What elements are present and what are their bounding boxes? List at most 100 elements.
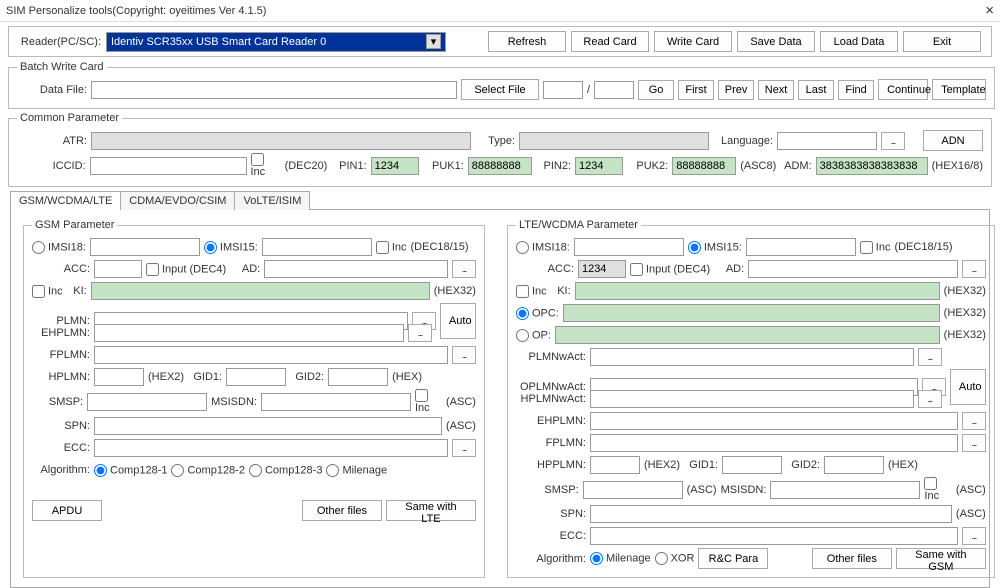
gsm-gid1-input[interactable] — [226, 368, 286, 386]
gsm-hplmn-input[interactable] — [94, 368, 144, 386]
apdu-button[interactable]: APDU — [32, 500, 102, 521]
find-button[interactable]: Find — [838, 80, 874, 100]
template-button[interactable]: Template — [932, 79, 986, 100]
gsm-ki-inc-checkbox[interactable]: Inc — [32, 285, 63, 298]
lte-smsp-input[interactable] — [583, 481, 683, 499]
iccid-input[interactable] — [90, 157, 247, 175]
last-button[interactable]: Last — [798, 80, 834, 100]
lte-imsi18-radio[interactable]: IMSI18: — [516, 241, 570, 254]
gsm-ehplmn-dots[interactable]: ... — [408, 324, 432, 342]
datafile-input[interactable] — [91, 81, 457, 99]
lte-auto-button[interactable]: Auto — [950, 369, 986, 405]
lte-opc-radio[interactable]: OPC: — [516, 307, 559, 320]
samewgsm-button[interactable]: Same with GSM — [896, 548, 986, 569]
gsm-imsi15-input[interactable] — [262, 238, 372, 256]
lte-imsi15-input[interactable] — [746, 238, 856, 256]
gsm-imsi15-radio[interactable]: IMSI15: — [204, 241, 258, 254]
gsm-ki-input[interactable] — [91, 282, 430, 300]
batch-from-input[interactable] — [543, 81, 583, 99]
lte-spn-input[interactable] — [590, 505, 952, 523]
samewlte-button[interactable]: Same with LTE — [386, 500, 476, 521]
adm-input[interactable] — [816, 157, 928, 175]
rcpara-button[interactable]: R&C Para — [698, 548, 768, 569]
chevron-down-icon[interactable]: ▾ — [426, 34, 441, 49]
adn-button[interactable]: ADN — [923, 130, 983, 151]
lte-fplmn-input[interactable] — [590, 434, 958, 452]
gsm-imsi18-radio[interactable]: IMSI18: — [32, 241, 86, 254]
lte-op-input[interactable] — [555, 326, 940, 344]
language-dots-button[interactable]: ... — [881, 132, 905, 150]
gsm-inputdec4-checkbox[interactable]: Input (DEC4) — [146, 263, 226, 276]
lte-hplmnwact-dots[interactable]: ... — [918, 390, 942, 408]
gsm-comp1283-radio[interactable]: Comp128-3 — [249, 464, 322, 477]
atr-input[interactable] — [91, 132, 471, 150]
lte-inputdec4-checkbox[interactable]: Input (DEC4) — [630, 263, 710, 276]
close-icon[interactable]: × — [985, 3, 994, 18]
lte-xor-radio[interactable]: XOR — [655, 552, 695, 565]
gsm-milenage-radio[interactable]: Milenage — [326, 464, 387, 477]
gsm-fplmn-input[interactable] — [94, 346, 448, 364]
pin1-input[interactable] — [371, 157, 419, 175]
lte-ecc-input[interactable] — [590, 527, 958, 545]
lte-hpplmn-input[interactable] — [590, 456, 640, 474]
gsm-imsi-inc-checkbox[interactable]: Inc — [376, 241, 407, 254]
tab-gsm-wcdma-lte[interactable]: GSM/WCDMA/LTE — [10, 191, 121, 210]
lte-fplmn-dots[interactable]: ... — [962, 434, 986, 452]
tab-cdma-evdo-csim[interactable]: CDMA/EVDO/CSIM — [120, 191, 235, 210]
continue-button[interactable]: Continue — [878, 79, 928, 100]
loaddata-button[interactable]: Load Data — [820, 31, 898, 52]
lte-ki-input[interactable] — [575, 282, 940, 300]
lte-ad-input[interactable] — [748, 260, 958, 278]
refresh-button[interactable]: Refresh — [488, 31, 566, 52]
lte-ad-dots[interactable]: ... — [962, 260, 986, 278]
next-button[interactable]: Next — [758, 80, 794, 100]
lte-ki-inc-checkbox[interactable]: Inc — [516, 285, 547, 298]
writecard-button[interactable]: Write Card — [654, 31, 732, 52]
gsm-smsp-input[interactable] — [87, 393, 207, 411]
lte-imsi18-input[interactable] — [574, 238, 684, 256]
exit-button[interactable]: Exit — [903, 31, 981, 52]
lte-ehplmn-dots[interactable]: ... — [962, 412, 986, 430]
gsm-msisdn-input[interactable] — [261, 393, 411, 411]
go-button[interactable]: Go — [638, 80, 674, 100]
gsm-comp1281-radio[interactable]: Comp128-1 — [94, 464, 167, 477]
selectfile-button[interactable]: Select File — [461, 79, 539, 100]
gsm-ad-input[interactable] — [264, 260, 448, 278]
lte-plmnwact-input[interactable] — [590, 348, 914, 366]
lte-milenage-radio[interactable]: Milenage — [590, 552, 651, 565]
lte-op-radio[interactable]: OP: — [516, 329, 551, 342]
gsm-fplmn-dots[interactable]: ... — [452, 346, 476, 364]
lte-acc-input[interactable] — [578, 260, 626, 278]
lte-ecc-dots[interactable]: ... — [962, 527, 986, 545]
lte-plmnwact-dots[interactable]: ... — [918, 348, 942, 366]
savedata-button[interactable]: Save Data — [737, 31, 815, 52]
lte-otherfiles-button[interactable]: Other files — [812, 548, 892, 569]
gsm-msisdn-inc-checkbox[interactable]: Inc — [415, 389, 442, 414]
iccid-inc-checkbox[interactable]: Inc — [251, 153, 281, 178]
lte-ehplmn-input[interactable] — [590, 412, 958, 430]
pin2-input[interactable] — [575, 157, 623, 175]
lte-opc-input[interactable] — [563, 304, 940, 322]
lte-imsi15-radio[interactable]: IMSI15: — [688, 241, 742, 254]
gsm-auto-button[interactable]: Auto — [440, 303, 476, 339]
gsm-ehplmn-input[interactable] — [94, 324, 404, 342]
gsm-acc-input[interactable] — [94, 260, 142, 278]
gsm-comp1282-radio[interactable]: Comp128-2 — [171, 464, 244, 477]
type-input[interactable] — [519, 132, 709, 150]
language-input[interactable] — [777, 132, 877, 150]
lte-imsi-inc-checkbox[interactable]: Inc — [860, 241, 891, 254]
prev-button[interactable]: Prev — [718, 80, 754, 100]
gsm-ad-dots[interactable]: ... — [452, 260, 476, 278]
puk2-input[interactable] — [672, 157, 736, 175]
readcard-button[interactable]: Read Card — [571, 31, 649, 52]
batch-to-input[interactable] — [594, 81, 634, 99]
lte-gid1-input[interactable] — [722, 456, 782, 474]
first-button[interactable]: First — [678, 80, 714, 100]
gsm-ecc-dots[interactable]: ... — [452, 439, 476, 457]
gsm-gid2-input[interactable] — [328, 368, 388, 386]
reader-combo[interactable]: Identiv SCR35xx USB Smart Card Reader 0 … — [106, 32, 446, 52]
lte-hplmnwact-input[interactable] — [590, 390, 914, 408]
puk1-input[interactable] — [468, 157, 532, 175]
lte-msisdn-input[interactable] — [770, 481, 920, 499]
gsm-otherfiles-button[interactable]: Other files — [302, 500, 382, 521]
